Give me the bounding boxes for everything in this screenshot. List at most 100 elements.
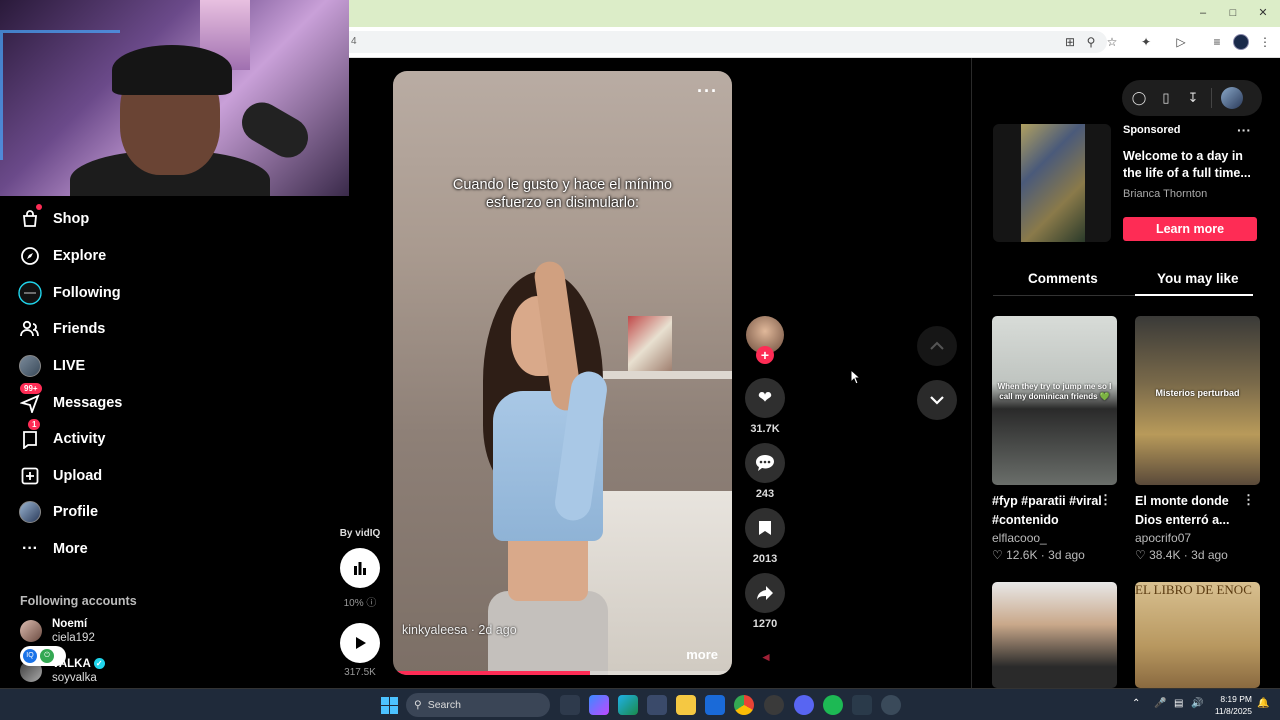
- user-avatar[interactable]: [1221, 87, 1243, 109]
- card-options-icon[interactable]: ⋮: [1099, 492, 1112, 508]
- discord-icon[interactable]: [794, 695, 814, 715]
- more-button[interactable]: more: [686, 647, 718, 662]
- compass-icon[interactable]: ◯: [1130, 89, 1148, 107]
- tab-you-may-like[interactable]: You may like: [1157, 271, 1239, 286]
- zoom-icon[interactable]: ⚲: [1083, 34, 1099, 50]
- sidebar-item-profile[interactable]: Profile: [16, 497, 98, 527]
- heart-outline-icon: ♡: [992, 548, 1003, 562]
- tray-chevron-icon[interactable]: ⌃: [1132, 698, 1140, 709]
- music-disc-icon[interactable]: ◄: [760, 650, 772, 664]
- like-action[interactable]: ❤ 31.7K: [745, 378, 785, 435]
- account-handle: soyvalka: [52, 672, 97, 684]
- share-action[interactable]: 1270: [745, 573, 785, 630]
- extensions-icon[interactable]: ✦: [1138, 34, 1154, 50]
- sidebar-item-upload[interactable]: Upload: [16, 461, 102, 491]
- bookmark-star-icon[interactable]: ☆: [1104, 34, 1120, 50]
- account-avatar: [20, 620, 42, 642]
- comment-action[interactable]: 243: [745, 443, 785, 500]
- ad-thumbnail[interactable]: [993, 124, 1111, 242]
- volume-icon[interactable]: 🔊: [1191, 698, 1203, 709]
- chrome-icon[interactable]: [734, 695, 754, 715]
- video-author[interactable]: elflacooo_: [992, 531, 1117, 545]
- media-icon[interactable]: ▷: [1173, 34, 1189, 50]
- sidebar-item-label: Messages: [53, 395, 123, 411]
- taskbar-search[interactable]: ⚲ Search: [406, 693, 550, 717]
- minimize-icon[interactable]: –: [1196, 6, 1210, 20]
- video-author[interactable]: kinkyaleesa · 2d ago: [402, 623, 517, 637]
- network-icon[interactable]: ▤: [1174, 698, 1183, 709]
- tab-comments[interactable]: Comments: [1028, 271, 1098, 286]
- share-icon[interactable]: [745, 573, 785, 613]
- sidebar-item-label: More: [53, 541, 88, 557]
- xbox-icon[interactable]: [852, 695, 872, 715]
- sidebar-item-live[interactable]: LIVE: [16, 351, 85, 381]
- profile-avatar[interactable]: [1233, 34, 1249, 50]
- info-icon[interactable]: ⓘ: [366, 598, 376, 609]
- stats-button[interactable]: [340, 548, 380, 588]
- bookmark-icon[interactable]: [745, 508, 785, 548]
- like-count: 31.7K: [750, 423, 780, 435]
- notification-bell-icon[interactable]: 🔔: [1257, 698, 1269, 709]
- task-view-icon[interactable]: [560, 695, 580, 715]
- previous-video-button[interactable]: [917, 326, 957, 366]
- system-clock[interactable]: 8:19 PM 11/8/2025: [1210, 693, 1252, 717]
- active-tab-indicator: [1135, 294, 1253, 296]
- ad-title[interactable]: Welcome to a day in the life of a full t…: [1123, 148, 1259, 182]
- outlook-icon[interactable]: [705, 695, 725, 715]
- phone-icon[interactable]: ▯: [1157, 89, 1175, 107]
- vidiq-views: 317.5K: [344, 667, 376, 678]
- heart-icon[interactable]: ❤: [745, 378, 785, 418]
- address-field[interactable]: [349, 31, 1107, 53]
- recommended-video-card[interactable]: EL LIBRO DE ENOC: [1135, 582, 1260, 688]
- edge-icon[interactable]: [618, 695, 638, 715]
- video-title[interactable]: El monte donde Dios enterró a...: [1135, 492, 1247, 530]
- store-icon[interactable]: [647, 695, 667, 715]
- save-action[interactable]: 2013: [745, 508, 785, 565]
- file-explorer-icon[interactable]: [676, 695, 696, 715]
- recommended-video-card[interactable]: When they try to jump me so I call my do…: [992, 316, 1117, 562]
- sponsored-ad[interactable]: Sponsored ··· Welcome to a day in the li…: [993, 122, 1261, 244]
- spotify-icon[interactable]: [823, 695, 843, 715]
- recommended-video-card[interactable]: Misterios perturbad El monte donde Dios …: [1135, 316, 1260, 562]
- windows-start-icon[interactable]: [381, 697, 398, 714]
- sidebar-item-activity[interactable]: 1 Activity: [16, 419, 105, 454]
- microphone-icon[interactable]: 🎤: [1154, 698, 1166, 709]
- comment-icon[interactable]: [745, 443, 785, 483]
- video-title[interactable]: #fyp #paratii #viral #contenido: [992, 492, 1104, 530]
- sidebar-item-shop[interactable]: Shop: [16, 204, 89, 234]
- tab-search-icon[interactable]: ≡: [1209, 34, 1225, 50]
- card-options-icon[interactable]: ⋮: [1242, 492, 1255, 508]
- video-thumbnail[interactable]: [992, 582, 1117, 688]
- video-progress[interactable]: [393, 671, 732, 675]
- panel-tabs: Comments You may like: [993, 264, 1253, 296]
- video-author[interactable]: apocrifo07: [1135, 531, 1260, 545]
- video-player[interactable]: Cuando le gusto y hace el mínimo esfuerz…: [393, 71, 732, 675]
- install-icon[interactable]: ⊞: [1062, 34, 1078, 50]
- maximize-icon[interactable]: □: [1226, 6, 1240, 20]
- video-thumbnail[interactable]: When they try to jump me so I call my do…: [992, 316, 1117, 485]
- app-icon[interactable]: [881, 695, 901, 715]
- recommended-video-card[interactable]: [992, 582, 1117, 688]
- next-video-button[interactable]: [917, 380, 957, 420]
- play-button[interactable]: [340, 623, 380, 663]
- ad-author[interactable]: Brianca Thornton: [1123, 188, 1207, 200]
- copilot-icon[interactable]: [589, 695, 609, 715]
- extension-overlay[interactable]: IQ ⏻: [20, 646, 66, 666]
- sidebar-item-explore[interactable]: Explore: [16, 241, 106, 271]
- sidebar-item-messages[interactable]: 99+ Messages: [16, 383, 123, 418]
- steam-icon[interactable]: [764, 695, 784, 715]
- sidebar-item-following[interactable]: Following: [16, 278, 121, 308]
- download-icon[interactable]: ↧: [1184, 89, 1202, 107]
- ad-options-icon[interactable]: ···: [1237, 122, 1251, 138]
- learn-more-button[interactable]: Learn more: [1123, 217, 1257, 241]
- kebab-menu-icon[interactable]: ⋮: [1257, 34, 1273, 50]
- follow-plus-icon[interactable]: +: [756, 346, 774, 364]
- messages-badge: 99+: [20, 383, 42, 394]
- sidebar-item-more[interactable]: ··· More: [16, 534, 88, 564]
- video-thumbnail[interactable]: Misterios perturbad: [1135, 316, 1260, 485]
- close-icon[interactable]: ✕: [1256, 6, 1270, 20]
- video-thumbnail[interactable]: EL LIBRO DE ENOC: [1135, 582, 1260, 688]
- video-options-icon[interactable]: ···: [697, 81, 718, 102]
- sidebar-item-friends[interactable]: Friends: [16, 314, 105, 344]
- creator-avatar[interactable]: +: [746, 316, 784, 364]
